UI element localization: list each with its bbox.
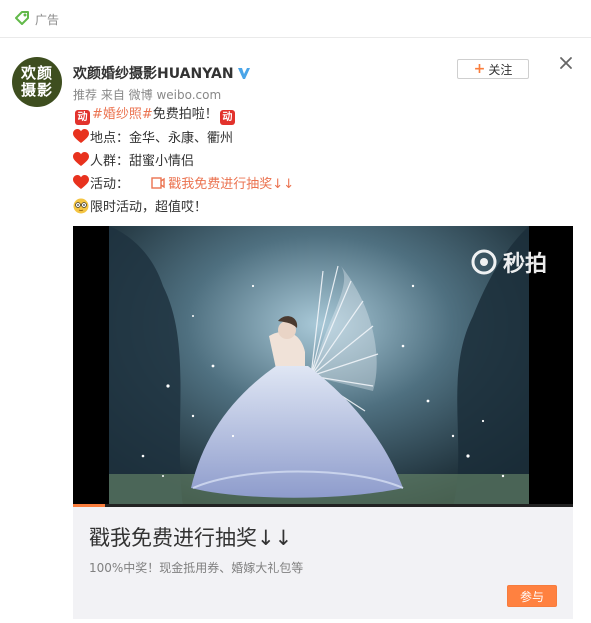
- close-icon[interactable]: [558, 55, 574, 71]
- weibo-post-card: 欢颜 摄影 欢颜婚纱摄影HUANYAN 推荐 来自 微博 weibo.com +…: [0, 38, 591, 623]
- post-line-5: 限时活动，超值哎！: [73, 198, 207, 217]
- join-button[interactable]: 参与: [507, 585, 557, 607]
- hashtag-link[interactable]: #婚纱照#: [92, 107, 153, 122]
- follow-label: 关注: [488, 62, 513, 77]
- promo-subtitle: 100%中奖！现金抵用券、婚嫁大礼包等: [89, 561, 304, 575]
- heart-icon: [73, 152, 89, 166]
- ad-label: 广告: [35, 13, 60, 27]
- promo-card[interactable]: 戳我免费进行抽奖↓↓ 100%中奖！现金抵用券、婚嫁大礼包等 参与: [73, 507, 573, 619]
- post-meta: 推荐 来自 微博 weibo.com: [73, 88, 222, 102]
- post-line-2: 地点：金华、永康、衢州: [73, 129, 233, 148]
- location-text: 地点：金华、永康、衢州: [90, 131, 234, 146]
- emoji-face-icon: [73, 198, 89, 214]
- miaopai-logo-icon: [471, 249, 497, 275]
- avatar[interactable]: 欢颜 摄影: [12, 57, 62, 107]
- brand-badge-icon: 动: [75, 110, 90, 125]
- username[interactable]: 欢颜婚纱摄影HUANYAN: [73, 63, 251, 83]
- ad-tag-icon: [15, 11, 29, 25]
- post-line-3: 人群：甜蜜小情侣: [73, 152, 194, 171]
- heart-icon: [73, 129, 89, 143]
- post-line-1: 动 #婚纱照#免费拍啦！动: [73, 106, 237, 125]
- watermark-text: 秒拍: [503, 252, 548, 277]
- follow-button[interactable]: + 关注: [457, 59, 529, 79]
- promo-title[interactable]: 戳我免费进行抽奖↓↓: [89, 522, 292, 552]
- brand-badge-icon: 动: [219, 110, 235, 125]
- verified-v-icon: [237, 68, 250, 79]
- activity-label: 活动：: [90, 177, 130, 192]
- lottery-link[interactable]: 戳我免费进行抽奖↓↓: [168, 177, 294, 192]
- video-player[interactable]: 秒拍: [73, 226, 573, 507]
- post-line-1-text: 免费拍啦！: [152, 107, 218, 122]
- post-line-4: 活动： 戳我免费进行抽奖↓↓: [73, 175, 294, 194]
- username-text[interactable]: 欢颜婚纱摄影HUANYAN: [73, 66, 234, 82]
- ad-header: 广告: [0, 0, 591, 38]
- heart-icon: [73, 175, 89, 189]
- plus-icon: +: [473, 61, 486, 77]
- avatar-text: 欢颜 摄影: [20, 64, 53, 99]
- watermark: 秒拍: [471, 246, 547, 278]
- limited-text: 限时活动，超值哎！: [90, 200, 208, 215]
- link-icon: [151, 177, 165, 189]
- audience-text: 人群：甜蜜小情侣: [90, 154, 195, 169]
